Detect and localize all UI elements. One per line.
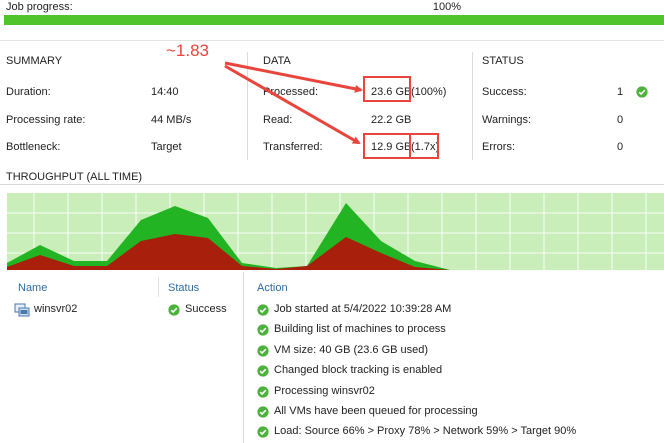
annotation-arrows [224, 61, 363, 145]
